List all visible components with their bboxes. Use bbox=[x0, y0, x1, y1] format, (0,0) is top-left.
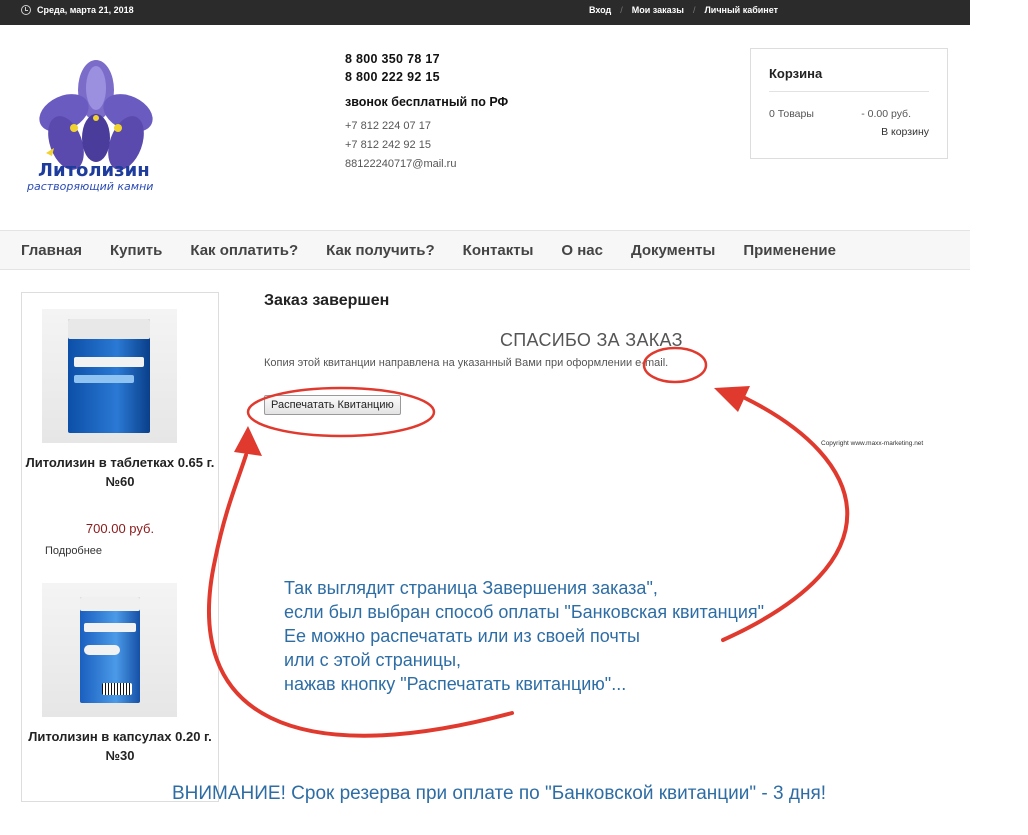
free-call-note: звонок бесплатный по РФ bbox=[345, 95, 509, 109]
separator: / bbox=[620, 5, 623, 15]
product-more-link[interactable]: Подробнее bbox=[45, 545, 102, 557]
clock-icon bbox=[21, 5, 31, 15]
sidebar-products: Литолизин в таблетках 0.65 г. №60 700.00… bbox=[21, 292, 219, 802]
contacts-block: 8 800 350 78 17 8 800 222 92 15 звонок б… bbox=[345, 50, 508, 174]
account-link[interactable]: Личный кабинет bbox=[704, 5, 778, 15]
phone-free-1: 8 800 350 78 17 bbox=[345, 52, 440, 66]
nav-documents[interactable]: Документы bbox=[631, 242, 715, 259]
go-to-cart-link[interactable]: В корзину bbox=[769, 126, 929, 138]
print-receipt-button[interactable]: Распечатать Квитанцию bbox=[264, 395, 401, 415]
cart-items-count: 0 Товары bbox=[769, 108, 814, 120]
product-price-tablets: 700.00 руб. bbox=[85, 521, 155, 536]
nav-buy[interactable]: Купить bbox=[110, 242, 162, 259]
product-image-tablets[interactable] bbox=[42, 309, 177, 443]
arrow-to-button-head bbox=[234, 426, 262, 456]
separator: / bbox=[692, 5, 696, 15]
phone-spb-2: +7 812 242 92 15 bbox=[345, 139, 431, 151]
logo-name[interactable]: Литолизин bbox=[38, 160, 150, 181]
cart-widget: Корзина 0 Товары - 0.00 руб. В корзину bbox=[750, 48, 948, 159]
thank-you-heading: СПАСИБО ЗА ЗАКАЗ bbox=[500, 330, 683, 350]
phone-spb-1: +7 812 224 07 17 bbox=[345, 120, 431, 132]
nav-about[interactable]: О нас bbox=[561, 242, 603, 259]
product-image-capsules[interactable] bbox=[42, 583, 177, 717]
logo-tagline: растворяющий камни bbox=[27, 180, 154, 193]
top-bar: Среда, марта 21, 2018 Вход / Мои заказы … bbox=[0, 0, 970, 25]
date-display: Среда, марта 21, 2018 bbox=[21, 5, 134, 15]
cart-title: Корзина bbox=[769, 66, 929, 92]
page-title: Заказ завершен bbox=[264, 292, 390, 309]
product-name-capsules[interactable]: Литолизин в капсулах 0.20 г. №30 bbox=[22, 727, 218, 765]
contact-email[interactable]: 88122240717@mail.ru bbox=[345, 155, 508, 174]
my-orders-link[interactable]: Мои заказы bbox=[632, 5, 684, 15]
nav-payment[interactable]: Как оплатить? bbox=[190, 242, 298, 259]
nav-home[interactable]: Главная bbox=[21, 242, 82, 259]
reserve-warning: ВНИМАНИЕ! Срок резерва при оплате по "Ба… bbox=[172, 783, 827, 804]
top-links: Вход / Мои заказы / Личный кабинет bbox=[589, 5, 778, 15]
nav-usage[interactable]: Применение bbox=[743, 242, 836, 259]
nav-delivery[interactable]: Как получить? bbox=[326, 242, 435, 259]
annotation-text: Так выглядит страница Завершения заказа"… bbox=[284, 578, 770, 694]
cart-total: - 0.00 руб. bbox=[861, 108, 911, 120]
date-text: Среда, марта 21, 2018 bbox=[37, 5, 134, 15]
nav-contacts[interactable]: Контакты bbox=[463, 242, 534, 259]
arrow-to-email-head bbox=[714, 386, 750, 412]
phone-free-2: 8 800 222 92 15 bbox=[345, 70, 440, 84]
login-link[interactable]: Вход bbox=[589, 5, 611, 15]
receipt-copy-note: Копия этой квитанции направлена на указа… bbox=[264, 357, 669, 369]
main-nav: Главная Купить Как оплатить? Как получит… bbox=[0, 230, 970, 270]
copyright-text[interactable]: Copyright www.maxx-marketing.net bbox=[821, 440, 923, 447]
product-name-tablets[interactable]: Литолизин в таблетках 0.65 г. №60 bbox=[22, 453, 218, 491]
